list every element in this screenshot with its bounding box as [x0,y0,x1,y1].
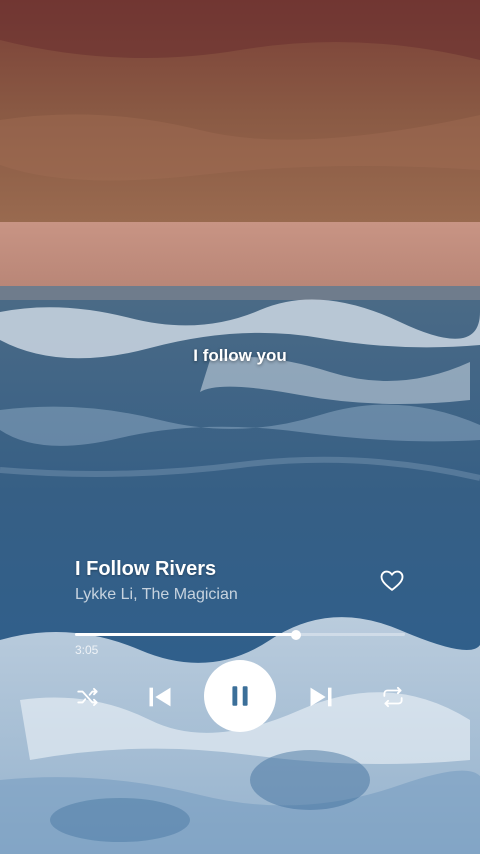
current-lyric-line: I follow you [193,346,287,365]
progress-bar-fill [75,633,297,636]
shuffle-icon [77,687,98,707]
like-button[interactable] [378,566,406,594]
track-artist[interactable]: Lykke Li, The Magician [75,586,238,604]
repeat-icon [383,686,403,708]
shuffle-button[interactable] [74,683,102,711]
skip-next-icon [310,687,332,707]
elapsed-time: 3:05 [75,643,99,657]
heart-outline-icon [380,570,404,591]
progress-bar[interactable] [75,629,405,640]
pause-icon [232,686,248,706]
repeat-button[interactable] [379,683,407,711]
play-pause-button[interactable] [204,660,276,732]
progress-knob[interactable] [291,629,302,640]
next-track-button[interactable] [306,682,336,712]
track-title[interactable]: I Follow Rivers [75,558,216,581]
previous-track-button[interactable] [145,682,175,712]
skip-previous-icon [149,687,171,707]
